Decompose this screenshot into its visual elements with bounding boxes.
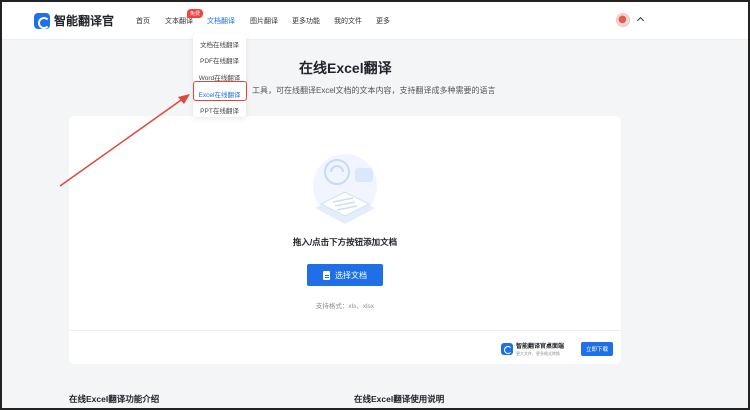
logo-icon: [34, 12, 50, 29]
excel-highlight-box: [193, 81, 247, 101]
nav-image-translate[interactable]: 图片翻译: [250, 16, 278, 26]
upload-card[interactable]: 拖入/点击下方按钮添加文档 选择文档 支持格式：xls、xlsx 智能翻译官桌面…: [69, 116, 621, 364]
dropdown-item-pdf[interactable]: PDF在线翻译: [193, 55, 246, 65]
avatar[interactable]: [616, 13, 630, 27]
chevron-up-icon[interactable]: [636, 16, 645, 25]
page-subtitle: 工具，可在线翻译Excel文档的文本内容，支持翻译成多种需要的语言: [252, 86, 496, 95]
select-document-label: 选择文档: [335, 270, 367, 280]
document-icon: [323, 270, 330, 280]
page-title: 在线Excel翻译: [299, 60, 392, 76]
nav-doc-translate[interactable]: 文档翻译: [207, 16, 235, 26]
card-divider: [69, 330, 621, 331]
howto-heading: 在线Excel翻译使用说明: [354, 394, 445, 404]
logo[interactable]: 智能翻译官: [34, 12, 114, 29]
nav-home[interactable]: 首页: [136, 16, 150, 26]
intro-heading: 在线Excel翻译功能介绍: [69, 394, 160, 404]
download-now-button[interactable]: 立即下载: [581, 342, 613, 356]
drop-instruction: 拖入/点击下方按钮添加文档: [292, 237, 398, 247]
doc-translate-dropdown: 文档在线翻译 PDF在线翻译 Word在线翻译 Excel在线翻译 PPT在线翻…: [193, 33, 246, 117]
dropdown-item-ppt[interactable]: PPT在线翻译: [193, 105, 246, 115]
logo-text: 智能翻译官: [54, 14, 115, 28]
nav-my-files[interactable]: 我的文件: [334, 16, 362, 26]
select-document-button[interactable]: 选择文档: [307, 264, 383, 286]
dropdown-item-doc[interactable]: 文档在线翻译: [193, 39, 246, 49]
promo-subtitle: 更大文件、更多格式转换: [516, 351, 560, 356]
promo-logo-icon: [501, 343, 513, 355]
upload-illustration: [313, 154, 377, 224]
supported-formats: 支持格式：xls、xlsx: [315, 303, 375, 310]
promo-title: 智能翻译官桌面端: [516, 344, 565, 350]
nav-more-features[interactable]: 更多功能: [292, 16, 320, 26]
desktop-promo: 智能翻译官桌面端 更大文件、更多格式转换 立即下载: [501, 339, 613, 359]
nav-more[interactable]: 更多: [376, 16, 390, 26]
free-badge: 免费: [187, 9, 204, 18]
top-nav-bar: 智能翻译官 首页 文本翻译 免费 文档翻译 图片翻译 更多功能 我的文件 更多: [0, 0, 750, 40]
